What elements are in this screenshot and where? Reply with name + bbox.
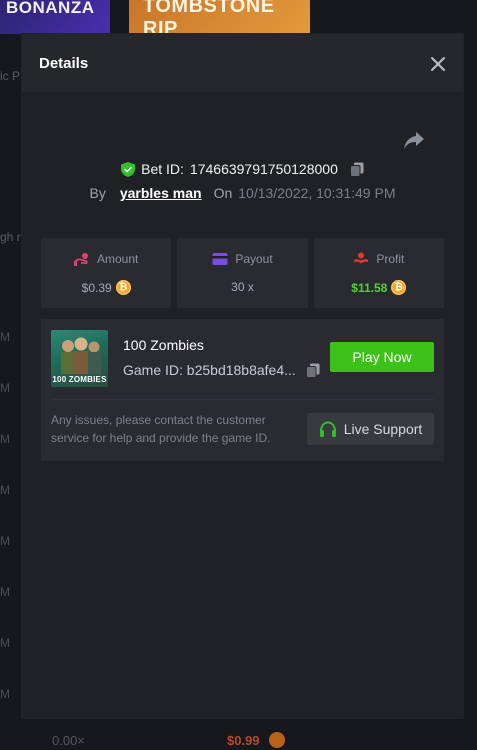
stat-value: $11.58 ₿ bbox=[314, 280, 444, 295]
game-panel: 100 ZOMBIES 100 Zombies Game ID: b25bd18… bbox=[41, 319, 444, 461]
divider bbox=[51, 399, 434, 400]
bet-date: 10/13/2022, 10:31:49 PM bbox=[238, 185, 396, 201]
verified-shield-icon bbox=[121, 161, 136, 177]
game-thumbnail-tombstone[interactable]: TOMBSTONE RIP bbox=[129, 0, 310, 34]
close-icon[interactable] bbox=[427, 53, 449, 75]
bet-id-row: Bet ID: 1746639791750128000 bbox=[22, 161, 463, 177]
stat-header: Payout bbox=[177, 252, 307, 266]
modal-header: Details bbox=[22, 34, 463, 92]
stat-card-amount: Amount $0.39 ₿ bbox=[41, 238, 172, 308]
coin-icon: ₿ bbox=[115, 280, 131, 295]
headset-icon bbox=[319, 420, 336, 437]
background-multiplier: 0.00× bbox=[52, 733, 85, 748]
background-row-text: M bbox=[0, 330, 10, 344]
background-row-text: M bbox=[0, 585, 10, 599]
background-row-text: M bbox=[0, 534, 10, 548]
stat-header: Amount bbox=[41, 252, 171, 266]
coin-icon: ₿ bbox=[391, 280, 407, 295]
background-row-text: M bbox=[0, 687, 10, 701]
payout-icon bbox=[212, 253, 228, 265]
thumbnail-title: BONANZA bbox=[6, 0, 95, 17]
amount-value: $0.39 bbox=[81, 280, 112, 295]
background-amount: $0.99 bbox=[227, 733, 260, 748]
background-row-text: M bbox=[0, 483, 10, 497]
bet-id-value: 1746639791750128000 bbox=[189, 161, 338, 177]
bet-id-label: Bet ID: bbox=[141, 161, 184, 177]
stat-value: 30 x bbox=[177, 280, 307, 294]
game-thumbnail-bonanza[interactable]: BONANZA bbox=[0, 0, 110, 34]
live-support-button[interactable]: Live Support bbox=[307, 413, 434, 445]
background-label: ic P bbox=[0, 69, 21, 83]
bet-details-modal: Details Bet ID: 1746639791750128000 By y… bbox=[22, 34, 463, 718]
amount-icon bbox=[73, 253, 88, 266]
support-notice: Any issues, please contact the customer … bbox=[51, 413, 271, 445]
thumbnail-title: 100 ZOMBIES bbox=[52, 375, 107, 384]
profit-icon bbox=[354, 252, 369, 264]
coin-icon bbox=[269, 732, 285, 748]
stat-label: Profit bbox=[376, 252, 405, 266]
modal-title: Details bbox=[39, 55, 89, 72]
stat-value: $0.39 ₿ bbox=[41, 280, 171, 295]
background-row-text: M bbox=[0, 381, 10, 395]
background-row-text: M bbox=[0, 636, 10, 650]
background-label: gh r bbox=[0, 230, 21, 244]
stat-card-profit: Profit $11.58 ₿ bbox=[313, 238, 444, 308]
game-id-row: Game ID: b25bd18b8afe4... bbox=[123, 362, 320, 378]
bettor-row: By yarbles man On 10/13/2022, 10:31:49 P… bbox=[22, 185, 463, 201]
play-now-button[interactable]: Play Now bbox=[330, 342, 434, 372]
payout-value: 30 x bbox=[231, 280, 254, 294]
username-link[interactable]: yarbles man bbox=[120, 185, 202, 201]
thumbnail-title: TOMBSTONE RIP bbox=[143, 0, 275, 34]
game-id-value: Game ID: b25bd18b8afe4... bbox=[123, 362, 296, 378]
zombie-art-icon bbox=[61, 337, 101, 374]
game-name: 100 Zombies bbox=[123, 337, 204, 353]
stats-row: Amount $0.39 ₿ Payout 30 x Profit $11.58 bbox=[41, 238, 444, 308]
profit-value: $11.58 bbox=[351, 280, 388, 295]
copy-icon[interactable] bbox=[349, 162, 364, 177]
stat-header: Profit bbox=[314, 252, 444, 266]
stat-card-payout: Payout 30 x bbox=[177, 238, 308, 308]
by-label: By bbox=[89, 185, 106, 201]
background-row-text: M bbox=[0, 432, 10, 446]
stat-label: Amount bbox=[96, 252, 139, 266]
share-icon[interactable] bbox=[403, 130, 425, 150]
stat-label: Payout bbox=[235, 252, 273, 266]
game-thumbnail[interactable]: 100 ZOMBIES bbox=[51, 330, 108, 387]
copy-icon[interactable] bbox=[305, 363, 320, 378]
live-support-label: Live Support bbox=[343, 421, 423, 437]
on-label: On bbox=[213, 185, 233, 201]
